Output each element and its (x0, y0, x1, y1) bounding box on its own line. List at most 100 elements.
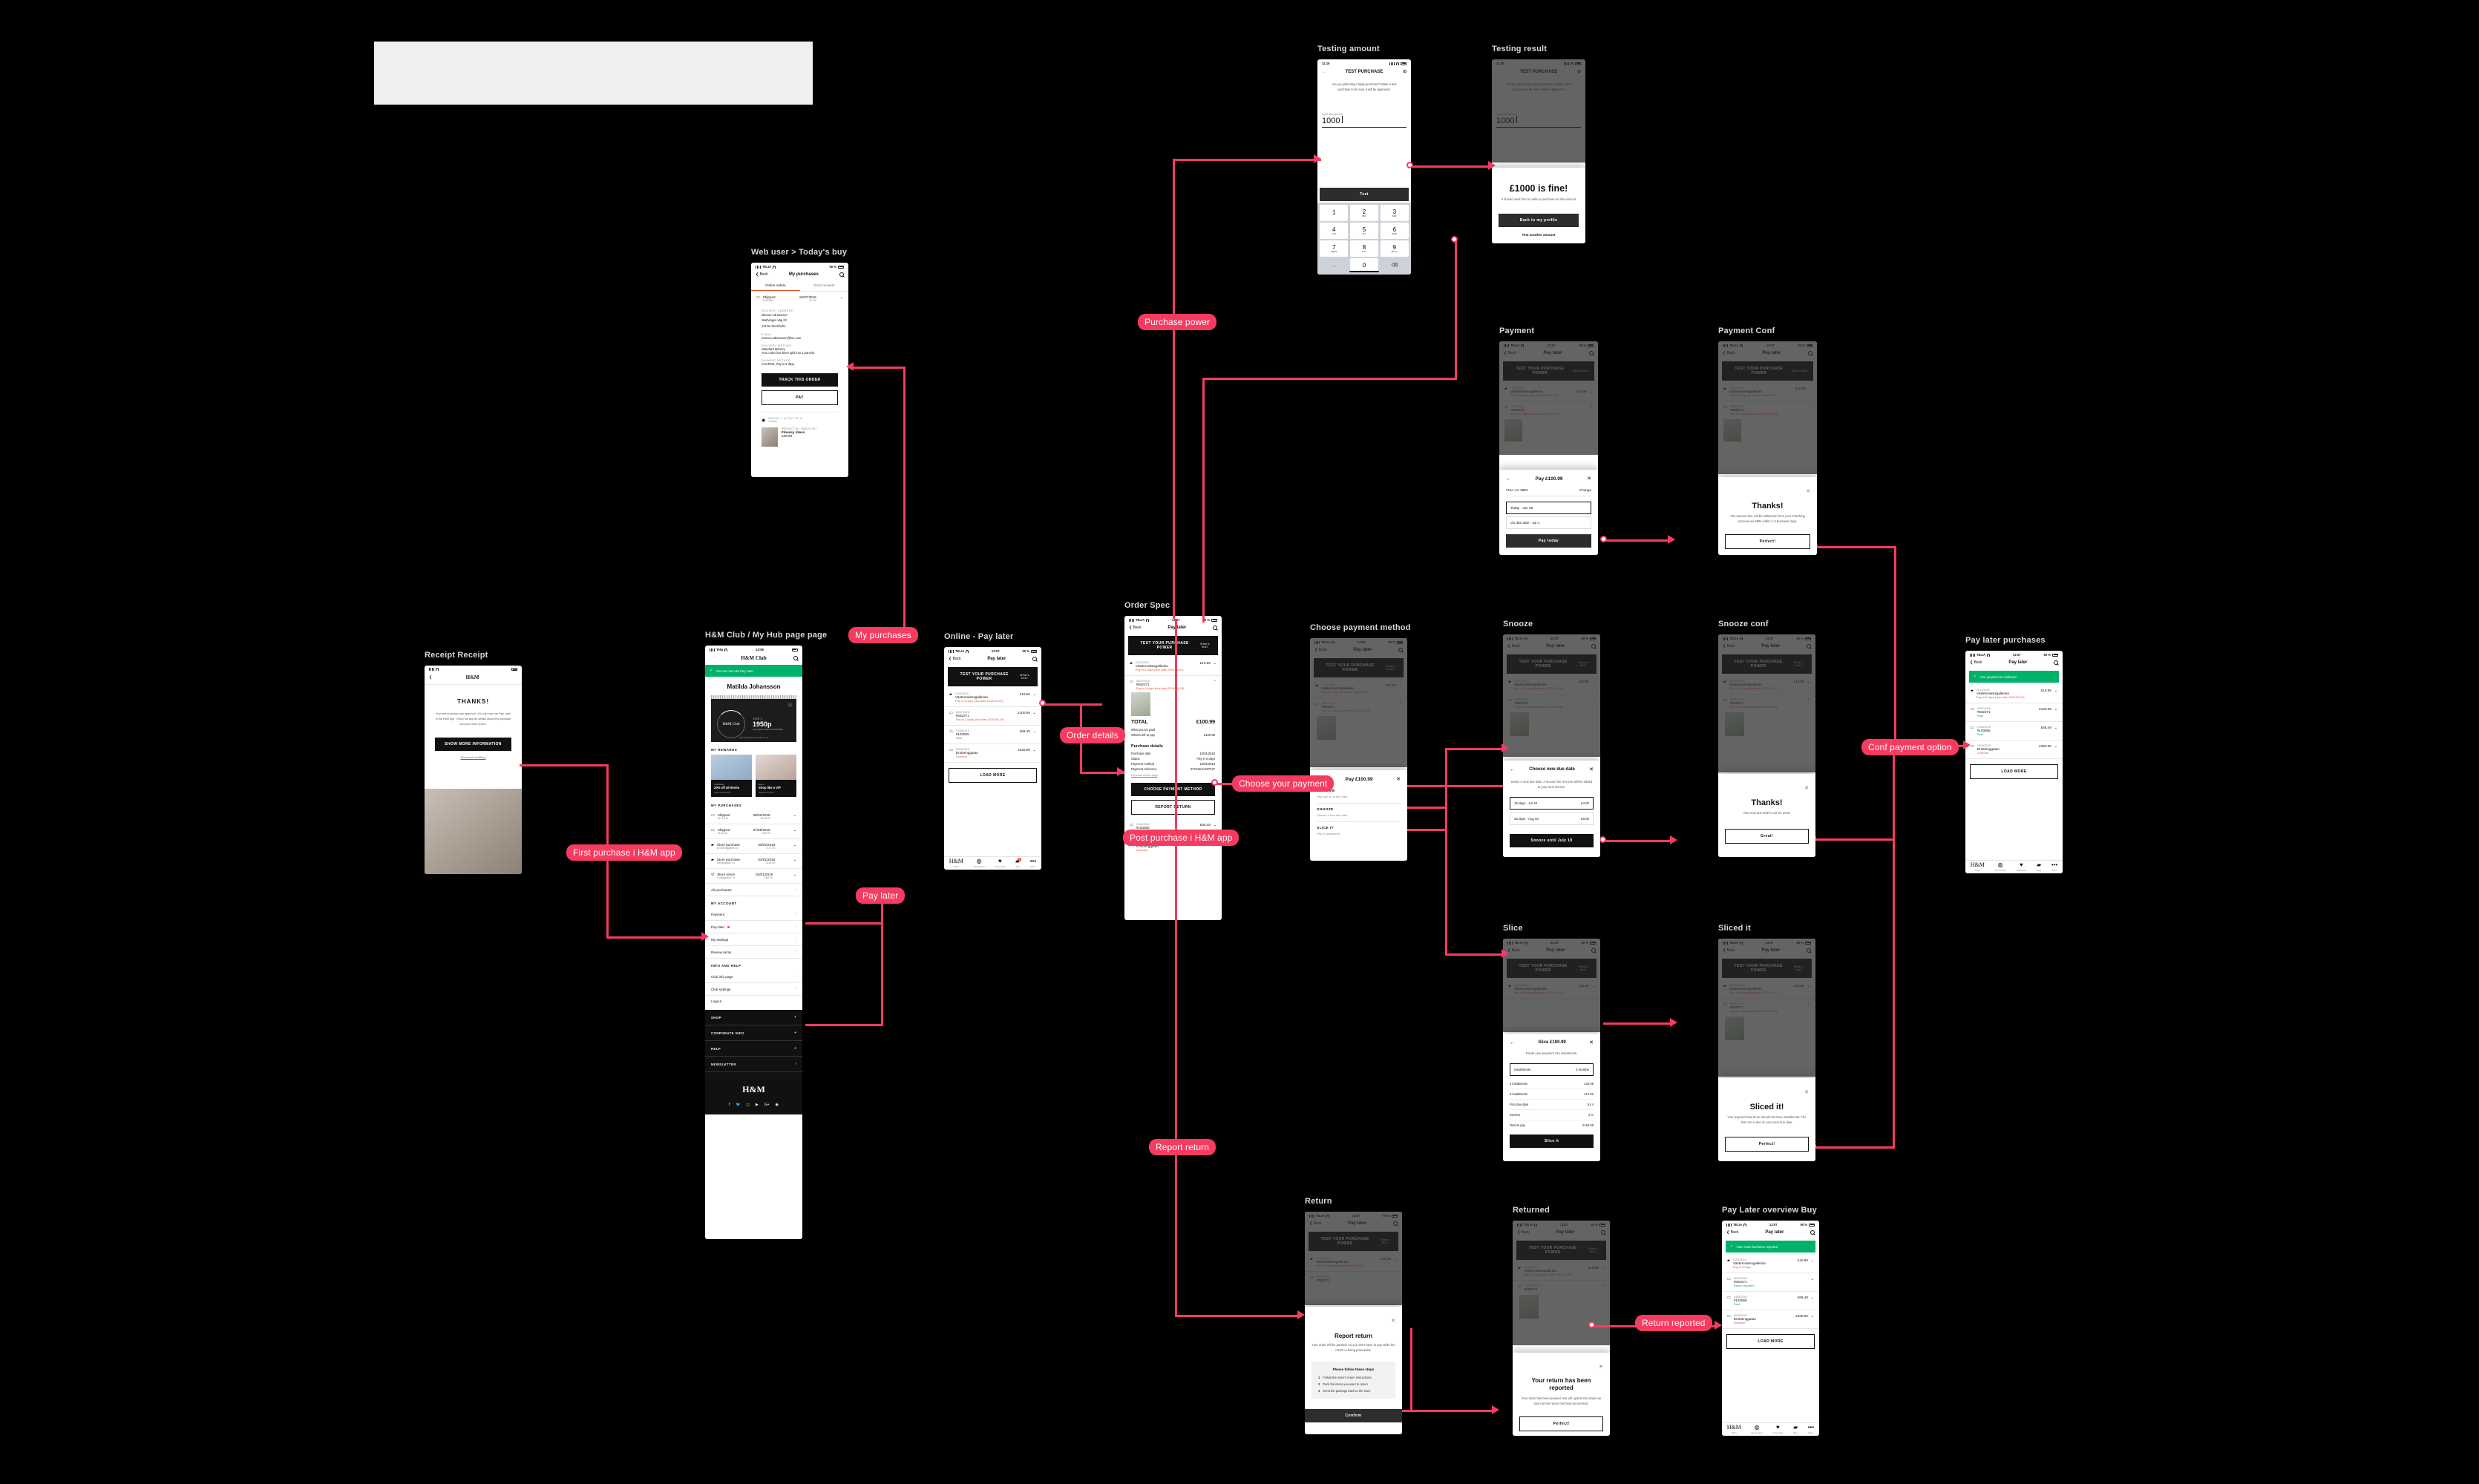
tab-favourites[interactable]: ♥ Favourites (2016, 862, 2026, 873)
list-item[interactable]: ▭ 06/07/2018 #502271 Pay in 2 days (due … (1718, 401, 1817, 419)
back-button[interactable]: ❮ Back (1309, 1221, 1322, 1226)
chevron-down-icon[interactable]: ⌄ (1592, 680, 1595, 684)
list-item[interactable]: ▰ 11/01/2018 Västermalmsgallerian Pay in… (944, 689, 1041, 707)
list-item[interactable]: ▰ 11/01/2018 Västermalmsgallerian Pay in… (1965, 685, 2063, 703)
chevron-down-icon[interactable]: ⌄ (840, 295, 843, 300)
perfect-button[interactable]: Perfect! (1725, 534, 1810, 550)
info-item-club-settings[interactable]: Club settings › (705, 983, 802, 996)
back-button[interactable]: ❮ Back (1723, 948, 1735, 953)
tab-shop[interactable]: H&M Shop (949, 858, 963, 869)
tab-more[interactable]: ••• More (1030, 858, 1036, 869)
chevron-down-icon[interactable]: ⌄ (793, 858, 796, 862)
tab-bar[interactable]: H&M Shop ◍ My account ♥ Favourites ▰ Bag •••… (1722, 1422, 1819, 1436)
back-button[interactable]: ❮ Back (949, 657, 961, 661)
social-links[interactable]: f 🐦 ◻ ▶ G+ ◉ (705, 1103, 802, 1107)
close-icon[interactable]: ✕ (1589, 1040, 1594, 1045)
test-button[interactable]: Test (1320, 188, 1409, 201)
chevron-up-icon[interactable]: ⌃ (1809, 405, 1812, 410)
tab-favourites[interactable]: ♥ Favourites (1772, 1425, 1783, 1435)
search-icon[interactable] (1213, 626, 1217, 630)
tab-more[interactable]: ••• More (1808, 1425, 1814, 1435)
account-item-payment[interactable]: Payment › (705, 908, 802, 921)
chevron-down-icon[interactable]: ⌄ (1811, 1314, 1814, 1319)
load-more-button[interactable]: LOAD MORE (1726, 1334, 1815, 1349)
list-item[interactable]: ▰ 11/01/2018 Västermalmsgallerian Pay in… (1718, 676, 1815, 695)
purchase-power-banner[interactable]: TEST YOUR PURCHASE POWER What's this? (1507, 959, 1597, 978)
list-item[interactable]: ▭ 14/06/2018 #103555 Paid £66.49⌄ (1965, 722, 2063, 741)
purchase-power-banner[interactable]: TEST YOUR PURCHASE POWER What's this? (1128, 636, 1218, 655)
change-card-link[interactable]: Change (1579, 488, 1591, 492)
pay-today-button[interactable]: Pay today (1506, 534, 1591, 548)
back-button[interactable]: ❮ Back (1517, 1230, 1530, 1235)
purchase-history-link[interactable]: Purchase history page (1131, 774, 1215, 777)
keypad-key[interactable]: 2 ABC (1349, 205, 1379, 221)
purchase-row[interactable]: ↺ Store return Kungsgatan 74 04/01/2018 £6… (705, 869, 802, 884)
tab-favourites[interactable]: ♥ Favourites (995, 858, 1005, 869)
chevron-down-icon[interactable]: ⌄ (1214, 823, 1216, 827)
chevron-down-icon[interactable]: ⌄ (793, 873, 796, 877)
close-icon[interactable]: ✕ (1804, 1090, 1809, 1095)
info-item-club-info[interactable]: Club info page › (705, 971, 802, 983)
close-icon[interactable]: ✕ (1804, 786, 1809, 791)
keypad-key[interactable]: 6 MNO (1380, 223, 1409, 239)
close-icon[interactable]: ✕ (1391, 1319, 1395, 1324)
search-icon[interactable] (1591, 644, 1596, 649)
tab-bar[interactable]: H&MShop ◍My account ♥Favourites ▰ 1 Bag … (944, 856, 1041, 870)
purchase-power-banner[interactable]: TEST YOUR PURCHASE POWER What's this? (948, 667, 1038, 686)
close-icon[interactable]: ✕ (1587, 476, 1591, 482)
purchase-row[interactable]: ▰ Store purchase Drottninggatan 53 06/02/… (705, 839, 802, 854)
tab-store-receipts[interactable]: Store receipts (800, 280, 849, 291)
tab-bar[interactable]: H&M Shop ◍ My account ♥ Favourites ▰ Bag •••… (1965, 860, 2063, 873)
account-item-settings[interactable]: My settings › (705, 933, 802, 946)
list-item[interactable]: ▭ 06/07/2018 #502271 Pay in 2 days (due … (1503, 695, 1600, 712)
chevron-up-icon[interactable]: ⌃ (1807, 1002, 1810, 1007)
google-plus-icon[interactable]: G+ (764, 1103, 770, 1107)
list-item[interactable]: ▭ 06/07/2018 #502271 Pay in 2 days (due … (1718, 999, 1815, 1017)
all-purchases-row[interactable]: All purchases › (705, 884, 802, 896)
list-item[interactable]: ▭ 06/07/2018 #502271 Return reported ⌄ (1722, 1273, 1819, 1292)
account-item-review[interactable]: Review items › (705, 946, 802, 959)
list-item[interactable]: ▭ 06/07/2018 #502271 (1305, 1272, 1402, 1286)
option-today[interactable]: Today - Jun 28 (1506, 502, 1591, 514)
list-item[interactable]: ▰ 11/01/2018 Västermalmsgallerian Pay in… (1503, 676, 1600, 695)
search-icon[interactable] (839, 272, 844, 277)
list-item[interactable]: ▭ 06/07/2018 #502271 Pay in 2 days (due … (1310, 698, 1407, 716)
list-item[interactable]: ▭ 28/05/2018 Drottninggatan Overdue £330… (944, 744, 1041, 763)
confirm-button[interactable]: Confirm (1305, 1409, 1402, 1423)
list-item[interactable]: ▭ 28/05/2018 Drottninggatan Overdue £330… (1965, 741, 2063, 759)
list-item[interactable]: ▭ 06/07/2018 #502271 Paid £100.99 ⌄ (1965, 703, 2063, 722)
youtube-icon[interactable]: ▶ (756, 1103, 759, 1107)
chevron-down-icon[interactable]: ⌄ (1394, 1257, 1397, 1261)
list-item[interactable]: ▰ 11/01/2018 Västermalmsgallerian Pay in… (1310, 680, 1407, 698)
chevron-down-icon[interactable]: ⌄ (793, 828, 796, 833)
option-pay-now[interactable]: PAY NOW Pay now or on due date. (1317, 789, 1401, 804)
option-slice-it[interactable]: SLICE IT Pay in instalments. (1317, 827, 1401, 835)
purchase-power-banner[interactable]: TEST YOUR PURCHASE POWER What's this? (1314, 658, 1404, 677)
chevron-down-icon[interactable]: ⌄ (1602, 1266, 1605, 1270)
purchase-row[interactable]: ▭ Shipped #102201 07/05/2018 £99.00 ⌄ (705, 824, 802, 839)
load-more-button[interactable]: LOAD MORE (1970, 764, 2058, 779)
footer-help[interactable]: HELP + (705, 1041, 802, 1057)
search-icon[interactable] (1591, 948, 1596, 953)
chevron-down-icon[interactable]: ⌄ (793, 843, 796, 847)
purchase-row[interactable]: ▭ Shipped #101044 08/02/2018 £148.99 ⌄ (705, 810, 802, 824)
keypad-key[interactable]: 0 (1349, 258, 1379, 272)
chevron-up-icon[interactable]: ⌃ (1602, 1284, 1605, 1289)
chevron-up-icon[interactable]: ⌃ (1807, 698, 1810, 703)
list-item[interactable]: ▰ 11/01/2018 Västermalmsgallerian Pay in… (1503, 980, 1600, 999)
footer-corporate[interactable]: CORPORATE INFO + (705, 1025, 802, 1041)
list-item[interactable]: ▭ 06/07/2018 #502271 ⌃ (1513, 1281, 1610, 1295)
slice-it-button[interactable]: Slice it (1510, 1135, 1594, 1149)
snooze-option-30[interactable]: 30 days - Aug 03 £8.00 (1510, 812, 1594, 826)
account-item-pay-later[interactable]: Pay later › (705, 921, 802, 933)
purchase-power-banner[interactable]: TEST YOUR PURCHASE POWER What's this? (1722, 654, 1812, 674)
list-item[interactable]: ▰ 11/01/2018 Västermalmsgallerian Pay in… (1513, 1262, 1610, 1281)
loyalty-card[interactable]: ⓘ H&M Club TIER 1 1950p Lorem ipsum dolo… (711, 699, 796, 742)
back-button[interactable]: ❮ Back (1970, 660, 1982, 665)
keypad-key-comma[interactable]: , (1320, 258, 1348, 272)
close-icon[interactable]: ✕ (1396, 776, 1401, 782)
facebook-icon[interactable]: f (729, 1103, 730, 1107)
chevron-up-icon[interactable]: ⌃ (1592, 698, 1595, 703)
snooze-option-15[interactable]: 15 days - Jul 19 £4.00 (1510, 797, 1594, 810)
reward-card[interactable]: Event Shop like a VIP Registered by 02/.… (756, 755, 796, 797)
